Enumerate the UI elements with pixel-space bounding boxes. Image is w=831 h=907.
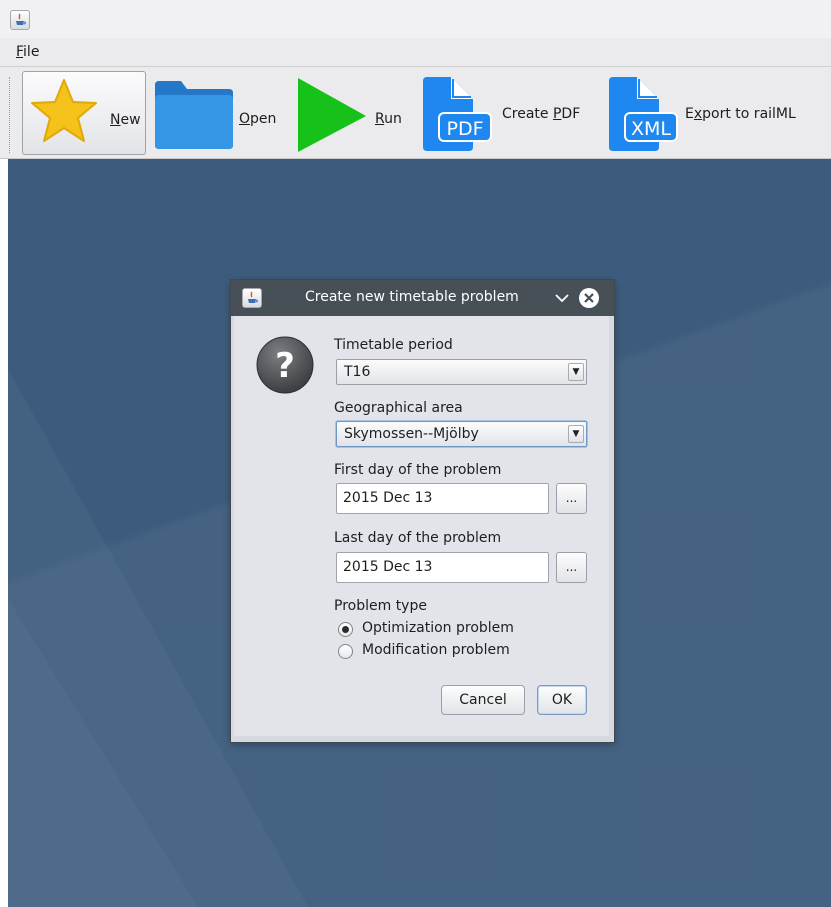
java-app-icon[interactable] bbox=[10, 10, 30, 30]
java-app-icon[interactable] bbox=[242, 288, 262, 308]
new-button[interactable]: New bbox=[22, 71, 146, 155]
svg-text:?: ? bbox=[275, 346, 295, 386]
optimization-radio[interactable] bbox=[338, 622, 353, 637]
run-button[interactable]: Run bbox=[292, 71, 410, 155]
cancel-button[interactable]: Cancel bbox=[441, 685, 525, 715]
pdf-file-icon: PDF bbox=[423, 77, 492, 151]
first-day-label: First day of the problem bbox=[334, 462, 502, 478]
ok-button[interactable]: OK bbox=[537, 685, 587, 715]
geo-area-label: Geographical area bbox=[334, 400, 463, 416]
toolbar-grip[interactable] bbox=[9, 77, 13, 153]
radio-selected-dot bbox=[342, 626, 349, 633]
create-pdf-button[interactable]: PDF Create PDF bbox=[417, 71, 597, 155]
menu-file[interactable]: File bbox=[16, 44, 39, 60]
dialog-titlebar[interactable]: Create new timetable problem bbox=[231, 280, 614, 316]
timetable-period-select[interactable]: T16 ▼ bbox=[336, 359, 587, 385]
optimization-radio-label[interactable]: Optimization problem bbox=[362, 620, 514, 636]
geo-area-select[interactable]: Skymossen--Mjölby ▼ bbox=[336, 421, 587, 447]
star-icon bbox=[31, 79, 97, 142]
modification-radio-label[interactable]: Modification problem bbox=[362, 642, 510, 658]
first-day-picker-button[interactable]: ... bbox=[556, 483, 587, 514]
geo-area-value: Skymossen--Mjölby bbox=[344, 426, 479, 442]
folder-icon bbox=[155, 81, 233, 149]
open-button[interactable]: Open bbox=[151, 71, 286, 155]
last-day-field[interactable]: 2015 Dec 13 bbox=[336, 552, 549, 583]
timetable-period-value: T16 bbox=[344, 364, 371, 380]
dropdown-arrow-icon[interactable]: ▼ bbox=[568, 425, 584, 443]
first-day-field[interactable]: 2015 Dec 13 bbox=[336, 483, 549, 514]
dropdown-arrow-icon[interactable]: ▼ bbox=[568, 363, 584, 381]
xml-file-icon: XML bbox=[609, 77, 678, 151]
menubar: File bbox=[0, 38, 831, 67]
chevron-down-icon[interactable] bbox=[553, 289, 571, 307]
question-icon: ? bbox=[256, 336, 314, 394]
dialog-title: Create new timetable problem bbox=[305, 289, 519, 305]
problem-type-label: Problem type bbox=[334, 598, 427, 614]
svg-text:XML: XML bbox=[631, 118, 671, 140]
last-day-label: Last day of the problem bbox=[334, 530, 502, 546]
timetable-period-label: Timetable period bbox=[334, 337, 453, 353]
toolbar: New Open Run PDF Create PDF XML Export t… bbox=[0, 67, 831, 159]
modification-radio[interactable] bbox=[338, 644, 353, 659]
export-railml-button[interactable]: XML Export to railML bbox=[603, 71, 823, 155]
close-icon[interactable] bbox=[578, 287, 600, 309]
svg-text:PDF: PDF bbox=[446, 118, 483, 140]
last-day-picker-button[interactable]: ... bbox=[556, 552, 587, 583]
window-titlebar bbox=[0, 0, 831, 38]
play-icon bbox=[298, 78, 366, 152]
